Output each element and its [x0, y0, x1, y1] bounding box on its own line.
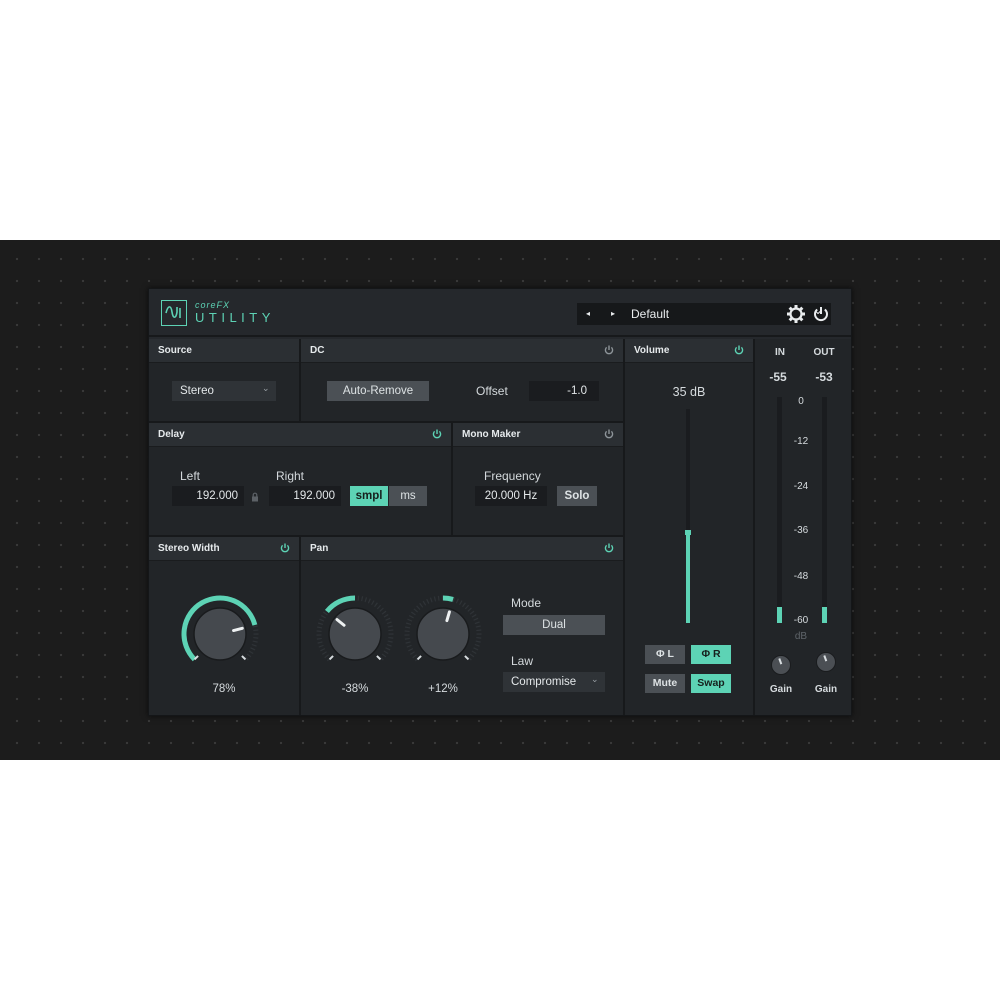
delay-power-icon[interactable]: [431, 428, 443, 440]
swap-button[interactable]: Swap: [691, 674, 731, 693]
input-meter-label: IN: [775, 347, 785, 358]
smpl-unit-button[interactable]: smpl: [350, 486, 388, 506]
frequency-field[interactable]: 20.000 Hz: [475, 486, 547, 506]
output-meter-label: OUT: [813, 347, 835, 358]
dc-title: DC: [310, 345, 325, 356]
mono-maker-power-icon[interactable]: [603, 428, 615, 440]
brand-subtitle: coreFX: [195, 300, 231, 310]
mono-maker-panel-header: Mono Maker: [453, 423, 623, 447]
delay-panel: Delay Left Right 192.000 192.000 smpl ms: [149, 423, 453, 537]
delay-title: Delay: [158, 429, 185, 440]
dc-power-icon[interactable]: [603, 344, 615, 356]
meter-scale-tick: -36: [793, 525, 809, 536]
offset-label: Offset: [476, 384, 508, 398]
pan-left-value: -38%: [341, 683, 369, 695]
meter-scale-tick: 0: [798, 396, 804, 407]
stereo-width-power-icon[interactable]: [279, 542, 291, 554]
stereo-width-panel-header: Stereo Width: [149, 537, 299, 561]
pan-right-value: +12%: [428, 683, 458, 695]
phase-right-button[interactable]: Φ R: [691, 645, 731, 664]
volume-value: 35 dB: [672, 385, 706, 399]
lock-icon[interactable]: [250, 492, 260, 502]
stereo-width-title: Stereo Width: [158, 543, 220, 554]
meter-scale-tick: -48: [793, 571, 809, 582]
source-value: Stereo: [180, 385, 214, 397]
source-panel: Source Stereo ⌄: [149, 339, 301, 423]
output-level-meter: [822, 397, 827, 623]
pan-panel-header: Pan: [301, 537, 623, 561]
volume-fader-fill: [686, 533, 690, 623]
pan-left-knob[interactable]: [310, 589, 400, 679]
meter-scale-tick: -24: [793, 481, 809, 492]
law-value: Compromise: [511, 676, 577, 688]
input-gain-knob[interactable]: [771, 655, 791, 675]
mono-maker-title: Mono Maker: [462, 429, 521, 440]
input-level-fill: [777, 607, 782, 623]
power-icon[interactable]: [811, 304, 831, 324]
delay-left-field[interactable]: 192.000: [172, 486, 244, 506]
stereo-width-panel: Stereo Width 78%: [149, 537, 301, 715]
input-gain-label: Gain: [769, 684, 793, 695]
source-select[interactable]: Stereo ⌄: [172, 381, 276, 401]
offset-field[interactable]: -1.0: [529, 381, 599, 401]
output-gain-label: Gain: [814, 684, 838, 695]
pan-right-knob[interactable]: [398, 589, 488, 679]
phase-left-button[interactable]: Φ L: [645, 645, 685, 664]
gear-icon[interactable]: [786, 304, 806, 324]
chevron-down-icon: ⌄: [262, 383, 270, 393]
previous-preset-button[interactable]: ◂: [577, 303, 599, 325]
meter-scale-tick: -12: [793, 436, 809, 447]
mono-maker-panel: Mono Maker Frequency 20.000 Hz Solo: [453, 423, 625, 537]
next-preset-button[interactable]: ▸: [602, 303, 624, 325]
dc-panel: DC Auto-Remove Offset -1.0: [301, 339, 625, 423]
stereo-width-value: 78%: [212, 683, 236, 695]
preset-name: Default: [631, 307, 670, 321]
output-gain-knob[interactable]: [816, 652, 836, 672]
law-label: Law: [511, 654, 534, 668]
input-level-meter: [777, 397, 782, 623]
chevron-down-icon: ⌄: [591, 674, 599, 684]
meter-unit-label: dB: [794, 631, 808, 642]
solo-button[interactable]: Solo: [557, 486, 597, 506]
volume-fader-track[interactable]: [685, 409, 691, 623]
pan-title: Pan: [310, 543, 329, 554]
mode-label: Mode: [511, 596, 542, 610]
volume-panel: Volume 35 dB Φ L Φ R Mute Swap: [625, 339, 755, 715]
meter-scale-tick: -60: [793, 615, 809, 626]
frequency-label: Frequency: [484, 469, 541, 483]
io-meter-panel: IN OUT -55 -53 0 -12 -24 -36 -48 -60 dB …: [755, 339, 851, 715]
output-level-readout: -53: [815, 370, 833, 384]
auto-remove-button[interactable]: Auto-Remove: [327, 381, 429, 401]
volume-power-icon[interactable]: [733, 344, 745, 356]
law-select[interactable]: Compromise ⌄: [503, 672, 605, 692]
pan-panel: Pan -38% +12% Mode Dual Law Compromise ⌄: [301, 537, 625, 715]
output-level-fill: [822, 607, 827, 623]
delay-right-field[interactable]: 192.000: [269, 486, 341, 506]
utility-plugin-window: coreFX UTILITY ◂ ▸ Default ⌄ Source Ster…: [148, 288, 852, 716]
source-panel-header: Source: [149, 339, 299, 363]
volume-panel-header: Volume: [625, 339, 753, 363]
stereo-width-knob[interactable]: [175, 589, 265, 679]
sine-wave-icon: [161, 300, 187, 326]
mute-button[interactable]: Mute: [645, 674, 685, 693]
pan-power-icon[interactable]: [603, 542, 615, 554]
dc-panel-header: DC: [301, 339, 623, 363]
source-title: Source: [158, 345, 192, 356]
mode-button[interactable]: Dual: [503, 615, 605, 635]
input-level-readout: -55: [769, 370, 787, 384]
ms-unit-button[interactable]: ms: [389, 486, 427, 506]
volume-fader-thumb[interactable]: [685, 530, 691, 536]
brand-title: UTILITY: [195, 310, 275, 325]
delay-panel-header: Delay: [149, 423, 451, 447]
delay-left-label: Left: [180, 469, 201, 483]
delay-right-label: Right: [276, 469, 305, 483]
plugin-header: coreFX UTILITY ◂ ▸ Default ⌄: [149, 289, 851, 337]
volume-title: Volume: [634, 345, 670, 356]
